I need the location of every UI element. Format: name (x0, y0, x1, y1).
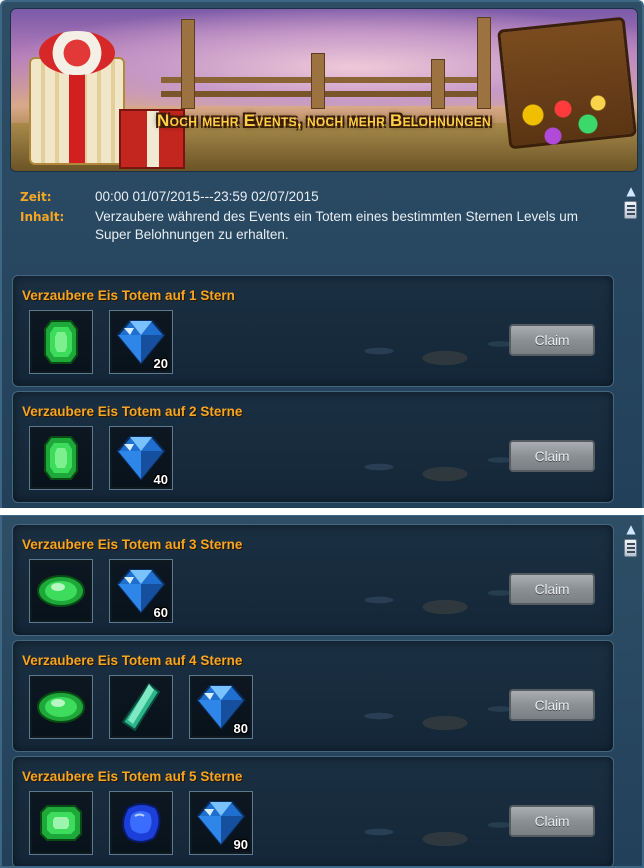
time-label: Zeit: (20, 190, 52, 204)
reward-slot[interactable]: 90 (189, 791, 253, 855)
content-label: Inhalt: (20, 210, 65, 224)
item-quantity: 90 (233, 837, 248, 852)
task-card: Verzaubere Eis Totem auf 3 Sterne 60 Cla… (12, 524, 614, 636)
green-gem-icon (44, 436, 78, 480)
reward-slot[interactable] (29, 310, 93, 374)
reward-slot[interactable]: 40 (109, 426, 173, 490)
task-title: Verzaubere Eis Totem auf 3 Sterne (22, 537, 243, 552)
scrollbar[interactable]: ▲ (624, 184, 638, 219)
green-shard-icon (121, 682, 161, 732)
banner-post (431, 59, 445, 109)
card-background-decoration (313, 681, 533, 751)
task-card: Verzaubere Eis Totem auf 5 Sterne 90 Cla… (12, 756, 614, 866)
reward-slot[interactable] (109, 675, 173, 739)
banner-pillar (477, 17, 491, 109)
reward-slot[interactable]: 80 (189, 675, 253, 739)
reward-slot[interactable]: 20 (109, 310, 173, 374)
item-quantity: 60 (153, 605, 168, 620)
scroll-thumb[interactable] (624, 539, 637, 557)
task-title: Verzaubere Eis Totem auf 5 Sterne (22, 769, 243, 784)
scroll-up-arrow-icon[interactable]: ▲ (624, 184, 638, 198)
claim-button[interactable]: Claim (509, 573, 595, 605)
green-oval-gem-icon (37, 575, 85, 607)
green-emerald-icon (40, 805, 82, 841)
task-card: Verzaubere Eis Totem auf 1 Stern 20 Clai… (12, 275, 614, 387)
card-background-decoration (313, 797, 533, 866)
claim-button[interactable]: Claim (509, 689, 595, 721)
event-info: Zeit: 00:00 01/07/2015---23:59 02/07/201… (20, 188, 610, 246)
claim-button[interactable]: Claim (509, 324, 595, 356)
task-title: Verzaubere Eis Totem auf 2 Sterne (22, 404, 243, 419)
claim-button[interactable]: Claim (509, 805, 595, 837)
scroll-thumb[interactable] (624, 201, 637, 219)
gift-bow-icon (39, 31, 115, 75)
event-panel-bottom: ▲ Verzaubere Eis Totem auf 3 Sterne 60 C… (0, 515, 644, 868)
reward-slot[interactable]: 60 (109, 559, 173, 623)
banner-title: Noch mehr Events, noch mehr Belohnungen (157, 111, 491, 130)
banner-pillar (181, 19, 195, 109)
reward-slot[interactable] (29, 559, 93, 623)
reward-slot[interactable] (109, 791, 173, 855)
card-background-decoration (313, 316, 533, 386)
green-oval-gem-icon (37, 691, 85, 723)
claim-button[interactable]: Claim (509, 440, 595, 472)
reward-slot[interactable] (29, 675, 93, 739)
event-panel-top: Noch mehr Events, noch mehr Belohnungen … (0, 0, 644, 508)
item-quantity: 20 (153, 356, 168, 371)
event-banner: Noch mehr Events, noch mehr Belohnungen (10, 8, 638, 172)
task-card: Verzaubere Eis Totem auf 4 Sterne 80 Cla… (12, 640, 614, 752)
card-background-decoration (313, 432, 533, 502)
screenshot-divider (0, 508, 644, 515)
scroll-up-arrow-icon[interactable]: ▲ (624, 522, 638, 536)
scrollbar[interactable]: ▲ (624, 522, 638, 557)
task-title: Verzaubere Eis Totem auf 4 Sterne (22, 653, 243, 668)
reward-slot[interactable] (29, 791, 93, 855)
banner-post (311, 53, 325, 109)
card-background-decoration (313, 565, 533, 635)
task-title: Verzaubere Eis Totem auf 1 Stern (22, 288, 235, 303)
content-value: Verzaubere während des Events ein Totem … (95, 209, 579, 242)
task-card: Verzaubere Eis Totem auf 2 Sterne 40 Cla… (12, 391, 614, 503)
time-value: 00:00 01/07/2015---23:59 02/07/2015 (95, 189, 319, 204)
blue-stone-icon (122, 803, 161, 843)
green-gem-icon (44, 320, 78, 364)
item-quantity: 80 (233, 721, 248, 736)
reward-slot[interactable] (29, 426, 93, 490)
item-quantity: 40 (153, 472, 168, 487)
